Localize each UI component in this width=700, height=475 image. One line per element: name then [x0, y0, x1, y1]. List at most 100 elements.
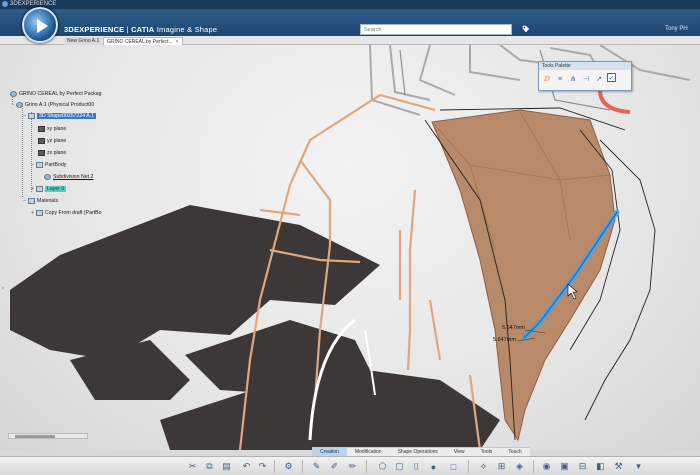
materials-icon [28, 197, 35, 204]
tab-tools[interactable]: Tools [473, 448, 501, 456]
view-icon[interactable]: ◧ [594, 460, 607, 473]
settings-icon[interactable]: ⚙ [282, 460, 295, 473]
tree-node-subdivision[interactable]: Subdivision Net.2 [44, 173, 93, 181]
check-icon[interactable]: ✓ [607, 73, 616, 82]
tree-label: zx plane [47, 150, 67, 156]
branch-icon[interactable]: ⋔ [568, 73, 578, 85]
sphere-icon[interactable]: ● [427, 460, 440, 473]
sweep-icon[interactable]: ⟡ [477, 460, 490, 473]
product-name: CATIA [131, 25, 155, 34]
action-bar: ✂ ⧉ ▤ ↶ ↷ ⚙ ✎ ✐ ✏ ⬠ ▢ ⌷ ● □ ⟡ ⊞ ◈ ◉ ▣ ⊟ … [0, 456, 700, 475]
wire-peach [428, 299, 442, 361]
blend-icon[interactable]: ◈ [513, 460, 526, 473]
tag-icon[interactable] [522, 25, 530, 33]
cut-icon[interactable]: ✂ [186, 460, 199, 473]
collapse-arrow-icon[interactable]: ‹ [2, 285, 4, 292]
tree-label: 3D Shape00257224 A.1 [37, 113, 97, 119]
tree-node-shape[interactable]: − 3D Shape00257224 A.1 [22, 112, 97, 120]
tab-new-grino[interactable]: New Grino A.1 [64, 37, 103, 45]
tree-scrollbar[interactable] [8, 433, 88, 439]
copy-icon[interactable]: ⧉ [203, 460, 216, 473]
top-bar: 3DEXPERIENCE | CATIA Imagine & Shape Ton… [0, 9, 700, 36]
play-icon [37, 19, 48, 33]
square-icon[interactable]: ▢ [393, 460, 406, 473]
shape-icon [28, 112, 35, 119]
wire-grey [418, 45, 456, 96]
tree-label: Copy From draft (PartBo [45, 210, 102, 216]
tab-modification[interactable]: Modification [347, 448, 390, 456]
app-name: Imagine & Shape [156, 25, 218, 34]
window-title: 3DEXPERIENCE [10, 1, 57, 7]
subdivision-icon [44, 173, 51, 180]
tree-node-layer[interactable]: + Layer 0 [30, 185, 67, 193]
grid-icon[interactable]: ⊟ [576, 460, 589, 473]
dimension-label[interactable]: 5.647mm [493, 337, 516, 343]
tree-node-materials[interactable]: − Materials [22, 197, 58, 205]
pen-icon[interactable]: ✎ [310, 460, 323, 473]
tab-shape-operations[interactable]: Shape Operations [390, 448, 446, 456]
scene-geometry [10, 45, 691, 450]
user-name[interactable]: Tony PH [665, 26, 688, 32]
surface-icon[interactable]: ⬠ [376, 460, 389, 473]
wire-grey [469, 45, 521, 81]
redo-icon[interactable]: ↷ [256, 460, 269, 473]
collapse-icon[interactable]: − [10, 101, 15, 109]
material-icon [36, 209, 43, 216]
collapse-icon[interactable]: − [22, 112, 27, 120]
dimension-label[interactable]: 5.647mm [502, 325, 525, 331]
curve-tool-icon[interactable]: ✐ [328, 460, 341, 473]
physical-product-icon [16, 101, 23, 108]
search-input[interactable] [360, 24, 512, 35]
tools-icon[interactable]: ⚒ [612, 460, 625, 473]
tab-creation[interactable]: Creation [312, 448, 347, 456]
catia-app: 3DEXPERIENCE 3DEXPERIENCE | CATIA Imagin… [0, 0, 700, 475]
arrow-icon[interactable]: ↗ [594, 73, 604, 85]
tree-node-partbody[interactable]: − PartBody [30, 161, 66, 169]
tree-label: Layer 0 [45, 186, 67, 192]
tree-label: Grino A.1 (Physical Product00 [25, 102, 95, 108]
wire-grey [389, 45, 431, 101]
plane-icon [38, 125, 45, 132]
tree-node-root[interactable]: GRINO CEREAL by Perfect Packag [10, 90, 102, 98]
tree-node-copy[interactable]: + Copy From draft (PartBo [30, 209, 102, 217]
brand-name: 3DEXPERIENCE [64, 25, 125, 34]
tree-node-plane[interactable]: xy plane [38, 125, 66, 133]
more-icon[interactable]: ▾ [632, 460, 645, 473]
sketch-icon[interactable]: ▣ [558, 460, 571, 473]
pencil-icon[interactable]: ✏ [346, 460, 359, 473]
lines-icon[interactable]: ≡ [555, 73, 565, 85]
3d-viewport[interactable]: 5.647mm 5.647mm ‹ [0, 45, 700, 450]
tree-node-plane[interactable]: zx plane [38, 149, 66, 157]
cylinder-icon[interactable]: ⌷ [410, 460, 423, 473]
expand-icon[interactable]: + [30, 209, 35, 217]
plane-icon [38, 149, 45, 156]
sym-icon[interactable]: ⅅ [542, 73, 552, 85]
compass-button[interactable] [22, 7, 58, 43]
split-icon[interactable]: ⊣ [581, 73, 591, 85]
collapse-icon[interactable]: − [22, 197, 27, 205]
tab-grino-cereal[interactable]: GRINO CEREAL by Perfect... × [103, 37, 183, 45]
tree-label: yz plane [47, 138, 67, 144]
scrollbar-thumb[interactable] [15, 435, 55, 438]
surface-patch [431, 109, 616, 442]
collapse-icon[interactable]: − [30, 161, 35, 169]
tab-bar: New Grino A.1 GRINO CEREAL by Perfect...… [0, 36, 700, 45]
tree-label: Subdivision Net.2 [53, 174, 94, 180]
tree-label: Materials [37, 198, 59, 204]
wire-peach [379, 93, 436, 112]
tab-view[interactable]: View [446, 448, 473, 456]
expand-icon[interactable]: + [30, 185, 35, 193]
wire-peach [406, 189, 417, 371]
tree-node-product[interactable]: − Grino A.1 (Physical Product00 [10, 101, 94, 109]
paste-icon[interactable]: ▤ [220, 460, 233, 473]
tree-label: PartBody [45, 162, 67, 168]
action-bar-tabs: Creation Modification Shape Operations V… [312, 447, 530, 456]
tree-node-plane[interactable]: yz plane [38, 137, 66, 145]
undo-icon[interactable]: ↶ [240, 460, 253, 473]
box-icon[interactable]: □ [447, 460, 460, 473]
tab-label: New Grino A.1 [67, 38, 100, 44]
tools-palette[interactable]: Tools Palette ⅅ ≡ ⋔ ⊣ ↗ ✓ [538, 61, 632, 91]
render-icon[interactable]: ◉ [540, 460, 553, 473]
net-icon[interactable]: ⊞ [495, 460, 508, 473]
tab-touch[interactable]: Touch [500, 448, 529, 456]
